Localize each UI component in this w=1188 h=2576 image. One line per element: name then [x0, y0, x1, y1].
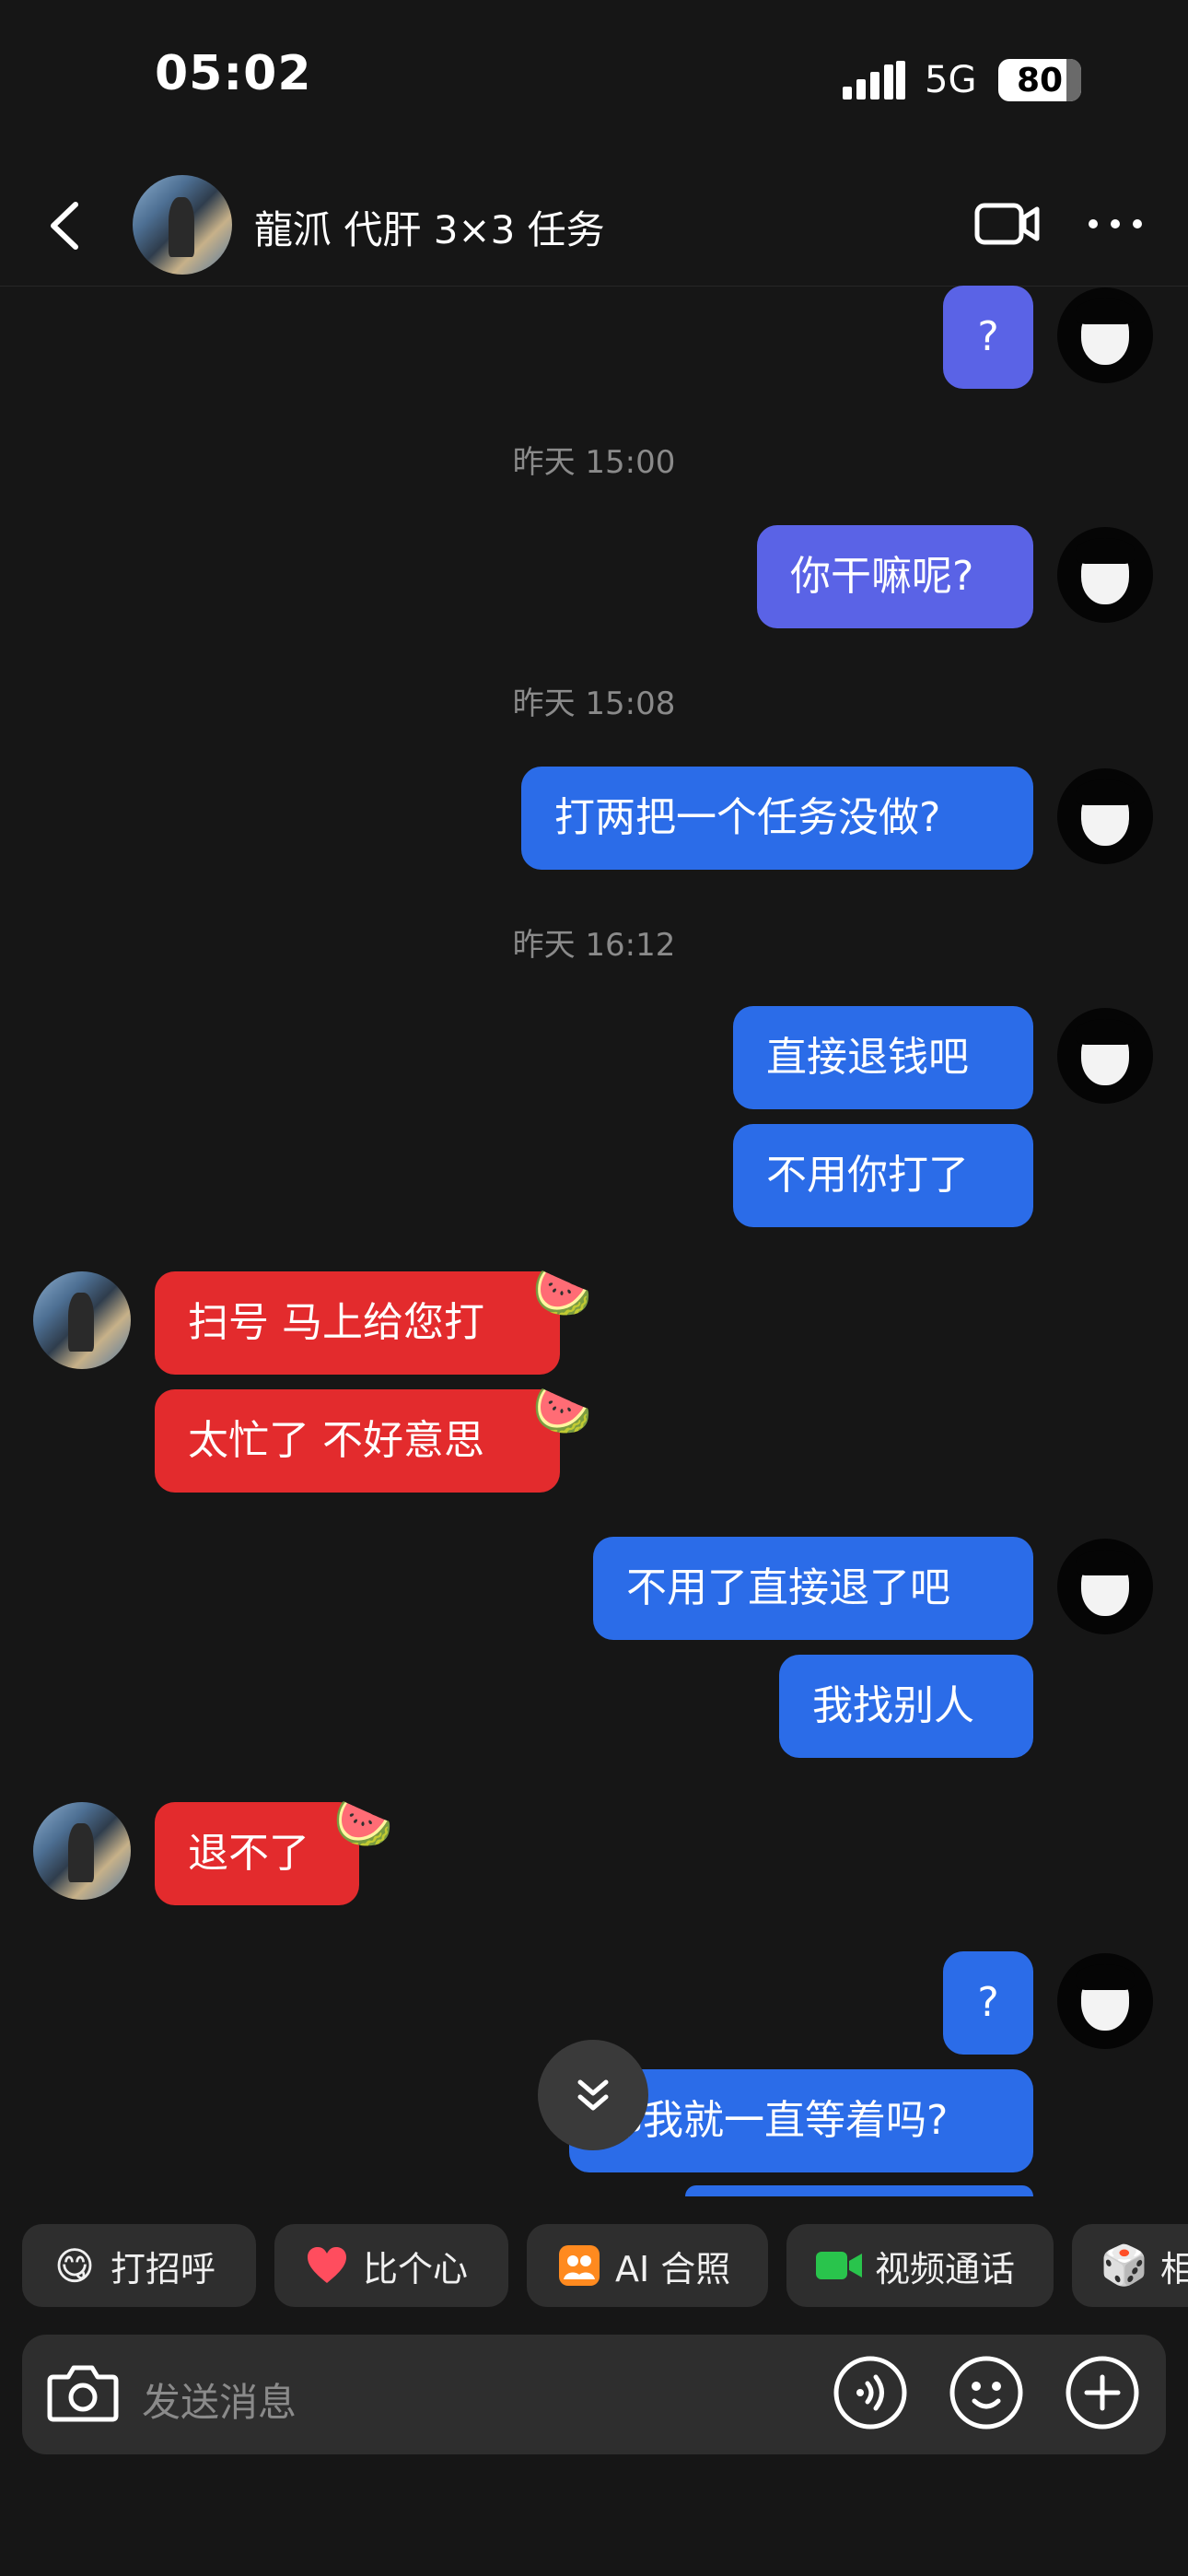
message-bubble-mine[interactable]: 你干嘛呢?	[757, 525, 1033, 628]
back-arrow-icon[interactable]	[41, 193, 90, 258]
timestamp: 昨天 16:12	[512, 927, 676, 964]
voice-message-icon[interactable]	[833, 2355, 908, 2430]
status-time: 05:02	[155, 46, 312, 101]
chip-greet[interactable]: 😋 打招呼	[22, 2224, 256, 2307]
contact-avatar[interactable]	[33, 1271, 131, 1369]
chip-label: AI 合照	[615, 2248, 731, 2289]
watermelon-icon: 🍉	[333, 1797, 393, 1852]
heart-icon	[304, 2242, 350, 2289]
timestamp: 昨天 15:00	[512, 444, 676, 481]
contact-name[interactable]: 龍沠 代肝 3×3 任务	[254, 199, 605, 255]
chip-label: 视频通话	[875, 2248, 1016, 2289]
battery-indicator: 80	[998, 59, 1081, 101]
message-bubble-mine[interactable]: 我找别人	[779, 1655, 1033, 1758]
chip-label: 打招呼	[111, 2248, 216, 2289]
video-call-icon	[816, 2242, 862, 2289]
timestamp: 昨天 15:08	[512, 685, 676, 722]
smile-emoji-icon: 😋	[54, 2242, 95, 2289]
contact-avatar[interactable]	[133, 175, 232, 275]
more-options-icon[interactable]	[1087, 208, 1144, 240]
scroll-to-bottom-button[interactable]	[538, 2040, 648, 2150]
my-avatar[interactable]	[1057, 1008, 1153, 1104]
watermelon-icon: 🍉	[532, 1266, 592, 1321]
message-bubble-mine[interactable]: ?	[943, 1951, 1033, 2055]
chip-heart[interactable]: 比个心	[274, 2224, 508, 2307]
battery-level: 80	[1016, 61, 1064, 100]
my-avatar[interactable]	[1057, 287, 1153, 383]
chip-label: 比个心	[363, 2248, 469, 2289]
signal-icon	[843, 61, 905, 100]
message-bubble-theirs[interactable]: 退不了	[155, 1802, 359, 1905]
chip-label: 相	[1160, 2248, 1188, 2289]
contact-avatar[interactable]	[33, 1802, 131, 1900]
message-input[interactable]: 发送消息	[142, 2371, 297, 2428]
double-chevron-down-icon	[577, 2079, 609, 2111]
my-avatar[interactable]	[1057, 1953, 1153, 2049]
message-bubble-mine[interactable]: 直接退钱吧	[733, 1006, 1033, 1109]
my-avatar[interactable]	[1057, 527, 1153, 623]
watermelon-icon: 🍉	[532, 1384, 592, 1439]
chip-dice[interactable]: 🎲 相	[1072, 2224, 1188, 2307]
message-bubble-mine[interactable]: 不用了直接退了吧	[593, 1537, 1033, 1640]
my-avatar[interactable]	[1057, 768, 1153, 864]
network-type: 5G	[925, 59, 977, 101]
add-icon[interactable]	[1065, 2355, 1140, 2430]
message-bubble-theirs[interactable]: 扫号 马上给您打	[155, 1271, 560, 1375]
dice-icon: 🎲	[1100, 2242, 1149, 2288]
ai-photo-icon	[556, 2242, 602, 2289]
message-bubble-theirs[interactable]: 太忙了 不好意思	[155, 1389, 560, 1493]
message-bubble-partial	[685, 2185, 1033, 2196]
emoji-icon[interactable]	[949, 2355, 1024, 2430]
message-bubble-mine[interactable]: ?	[943, 286, 1033, 389]
message-bubble-mine[interactable]: 打两把一个任务没做?	[521, 767, 1033, 870]
camera-icon[interactable]	[46, 2360, 120, 2425]
my-avatar[interactable]	[1057, 1539, 1153, 1634]
chip-ai-photo[interactable]: AI 合照	[527, 2224, 768, 2307]
message-bubble-mine[interactable]: 不用你打了	[733, 1124, 1033, 1227]
chip-video-call[interactable]: 视频通话	[786, 2224, 1054, 2307]
video-camera-icon[interactable]	[974, 201, 1041, 247]
battery-tip-icon	[1074, 70, 1081, 88]
